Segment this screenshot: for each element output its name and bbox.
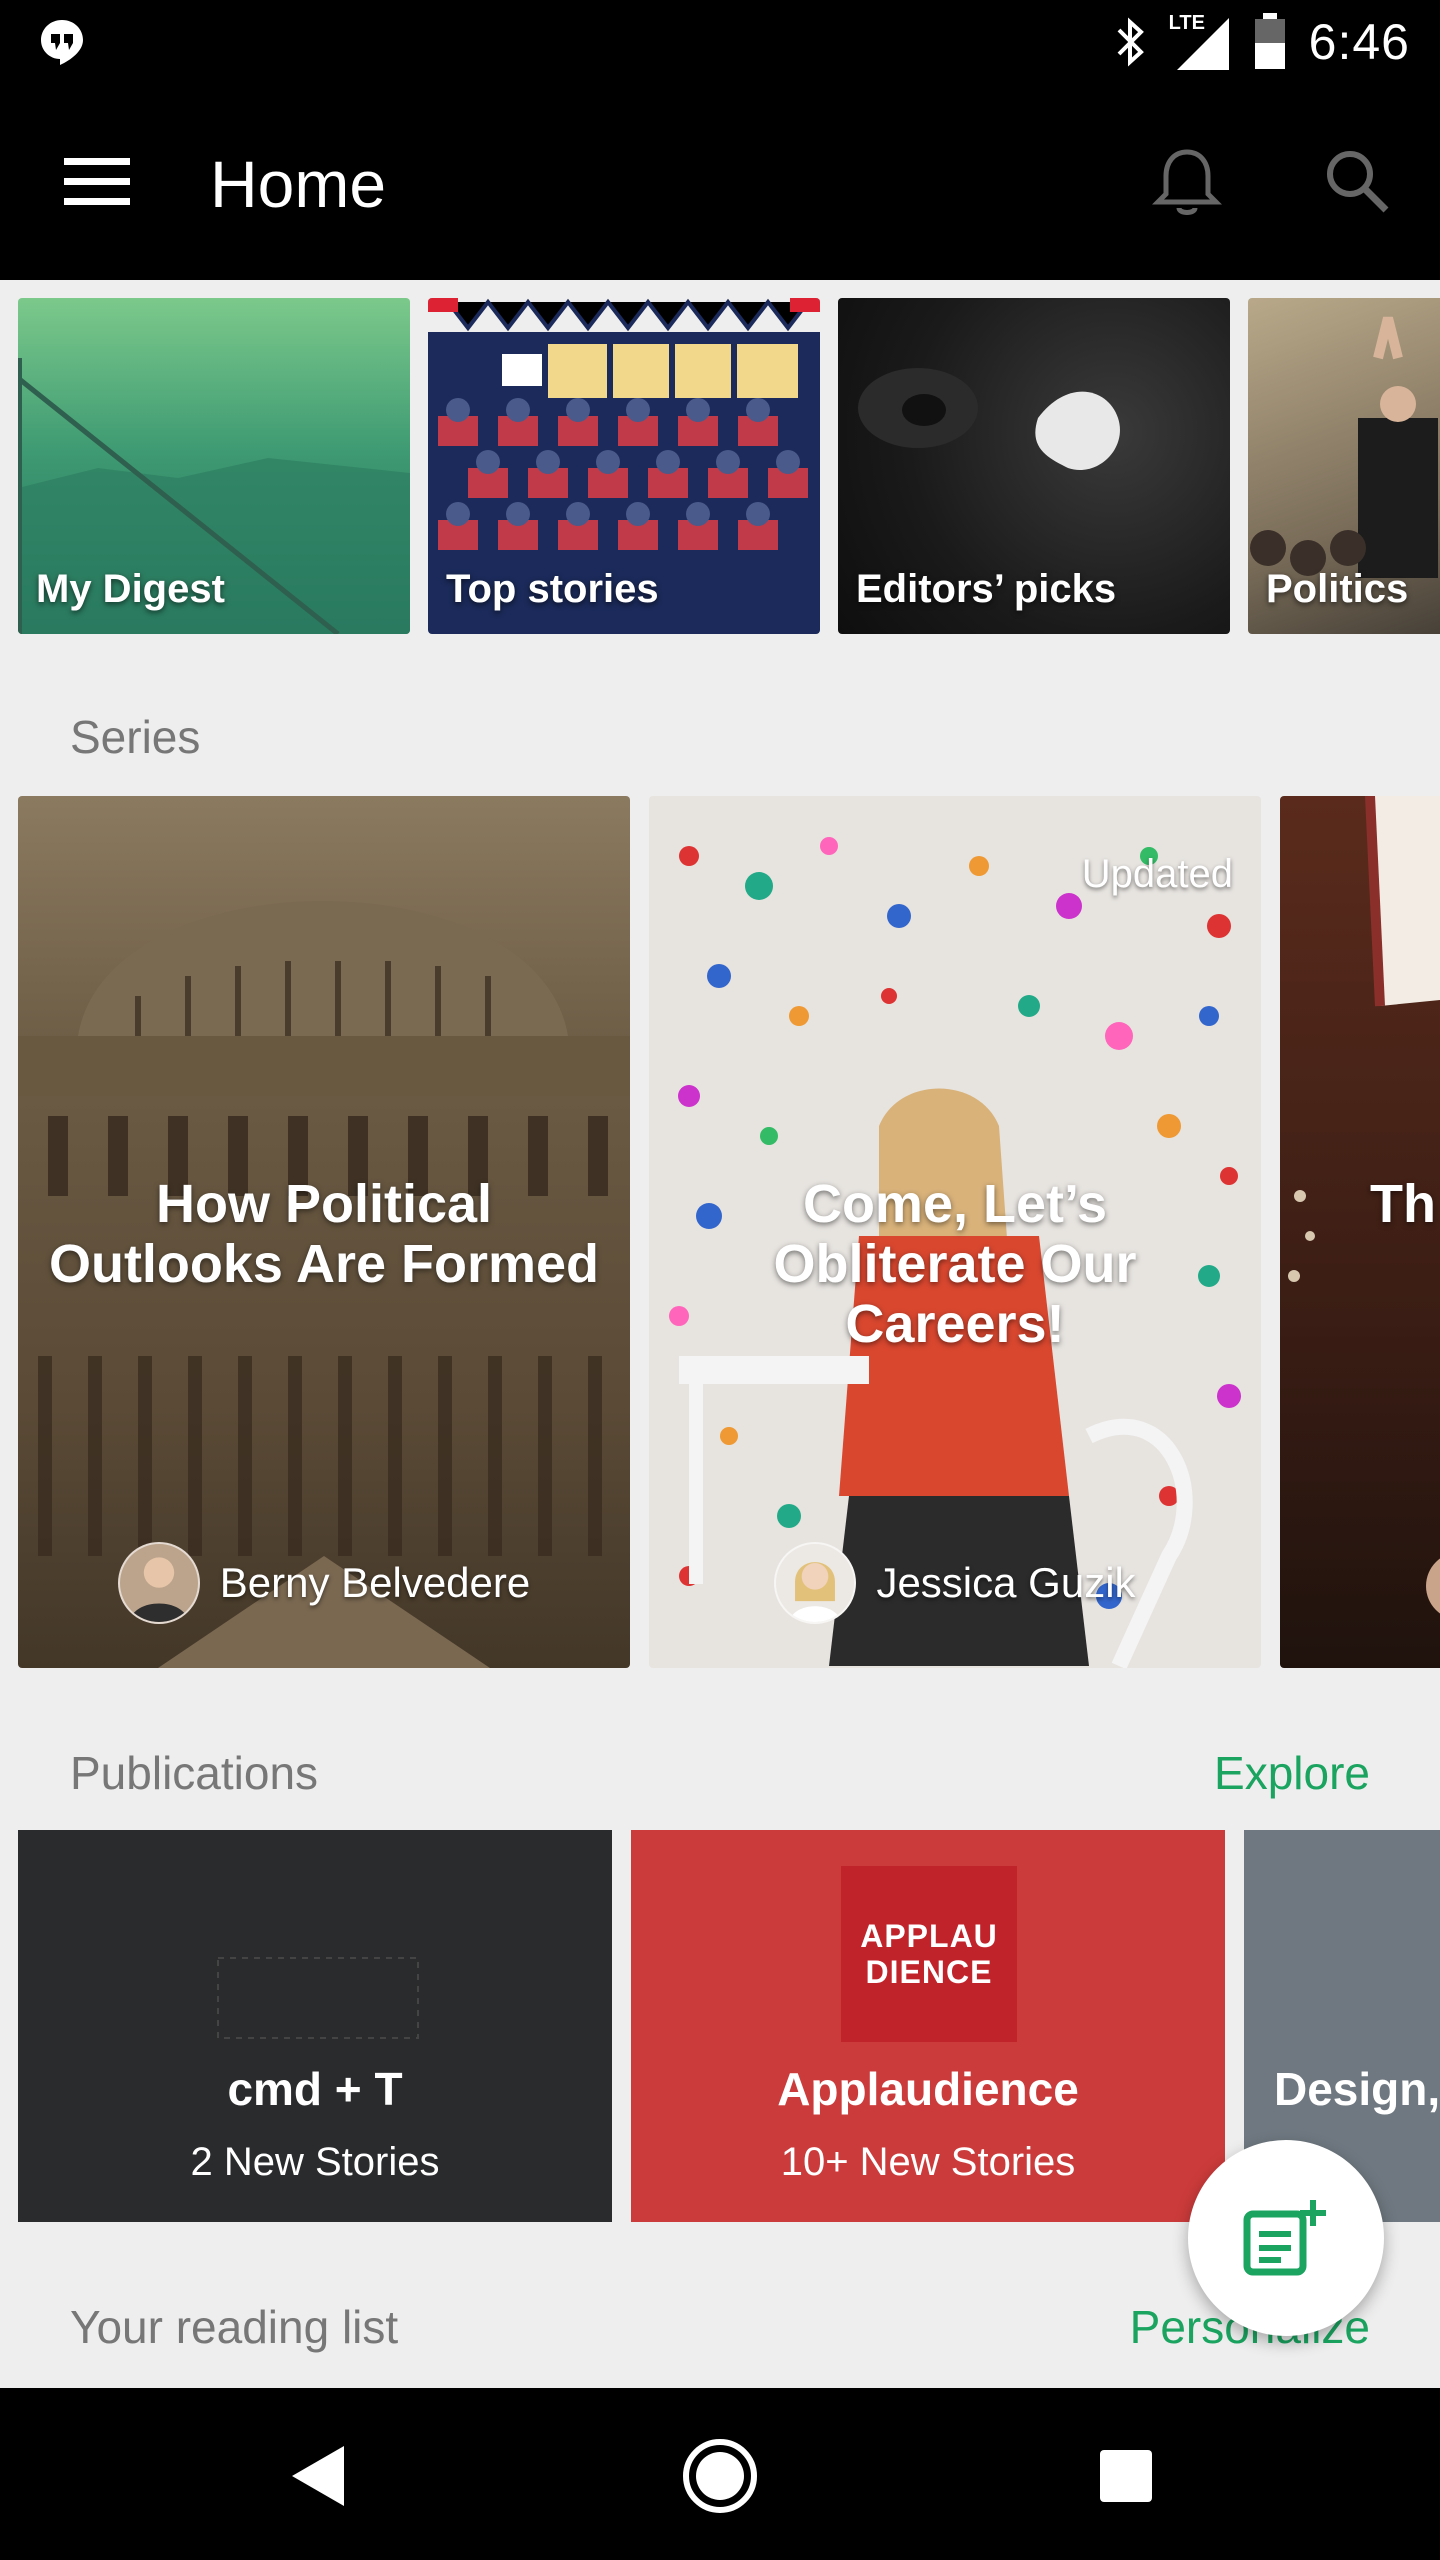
publication-new-stories: 10+ New Stories xyxy=(780,2140,1076,2184)
page-title: Home xyxy=(210,147,387,221)
back-icon[interactable] xyxy=(280,2436,360,2516)
topic-label: Top stories xyxy=(446,567,659,611)
write-story-fab[interactable] xyxy=(1188,2140,1384,2336)
compose-note-icon xyxy=(1243,2200,1326,2276)
topic-tile-politics[interactable]: Politics xyxy=(1248,298,1440,634)
series-title: Come, Let’s Obliterate Our Careers! xyxy=(773,1174,1137,1354)
author-avatar xyxy=(774,1542,857,1624)
app-bar: Home xyxy=(0,84,1440,280)
series-card-partial[interactable]: Th xyxy=(1280,796,1440,1668)
reading-list-section-title: Your reading list xyxy=(70,2301,399,2353)
logo-text: APPLAU DIENCE xyxy=(860,1918,998,1990)
publication-name: Design, xyxy=(1274,2063,1440,2115)
publication-name: cmd + T xyxy=(227,2063,403,2115)
notifications-bell-icon[interactable] xyxy=(1152,146,1222,220)
series-card-obliterate-careers[interactable]: Updated Come, Let’s Obliterate Our Caree… xyxy=(649,796,1261,1668)
author-avatar xyxy=(117,1542,200,1624)
home-feed[interactable]: My Digest Top stories Editors’ picks Pol… xyxy=(0,280,1440,2388)
hangouts-icon xyxy=(41,20,83,65)
clock: 6:46 xyxy=(1308,14,1410,70)
publication-new-stories: 2 New Stories xyxy=(190,2140,440,2184)
search-icon[interactable] xyxy=(1322,146,1392,220)
topic-label: My Digest xyxy=(36,567,225,611)
updated-badge: Updated xyxy=(1081,852,1233,896)
publication-name: Applaudience xyxy=(777,2063,1079,2115)
series-title: Th xyxy=(1370,1174,1436,1234)
topic-tile-top-stories[interactable]: Top stories xyxy=(428,298,820,634)
topic-tile-my-digest[interactable]: My Digest xyxy=(18,298,410,634)
topic-label: Politics xyxy=(1266,567,1409,611)
author-name: Jessica Guzik xyxy=(876,1559,1136,1606)
signal-icon: LTE xyxy=(1169,12,1231,72)
status-bar: LTE 6:46 xyxy=(0,0,1440,84)
menu-icon[interactable] xyxy=(64,154,130,210)
system-navigation-bar xyxy=(0,2388,1440,2560)
home-icon[interactable] xyxy=(680,2436,760,2516)
recents-icon[interactable] xyxy=(1086,2436,1166,2516)
publication-card-cmd-t[interactable]: cmd + T 2 New Stories xyxy=(18,1830,612,2222)
series-card-political-outlooks[interactable]: How Political Outlooks Are Formed Berny … xyxy=(18,796,630,1668)
topic-tile-editors-picks[interactable]: Editors’ picks xyxy=(838,298,1230,634)
battery-icon xyxy=(1254,13,1285,69)
topic-label: Editors’ picks xyxy=(856,567,1117,611)
publications-section-title: Publications xyxy=(70,1747,319,1799)
series-title: How Political Outlooks Are Formed xyxy=(48,1174,600,1294)
explore-link[interactable]: Explore xyxy=(1214,1746,1370,1800)
publication-card-applaudience[interactable]: APPLAU DIENCE Applaudience 10+ New Stori… xyxy=(631,1830,1225,2222)
series-author[interactable]: Jessica Guzik xyxy=(649,1542,1261,1624)
bluetooth-icon xyxy=(1117,17,1144,67)
author-name: Berny Belvedere xyxy=(219,1559,531,1606)
series-author[interactable]: Berny Belvedere xyxy=(18,1542,630,1624)
series-section-title: Series xyxy=(70,711,201,763)
applaudience-logo: APPLAU DIENCE xyxy=(841,1866,1017,2042)
